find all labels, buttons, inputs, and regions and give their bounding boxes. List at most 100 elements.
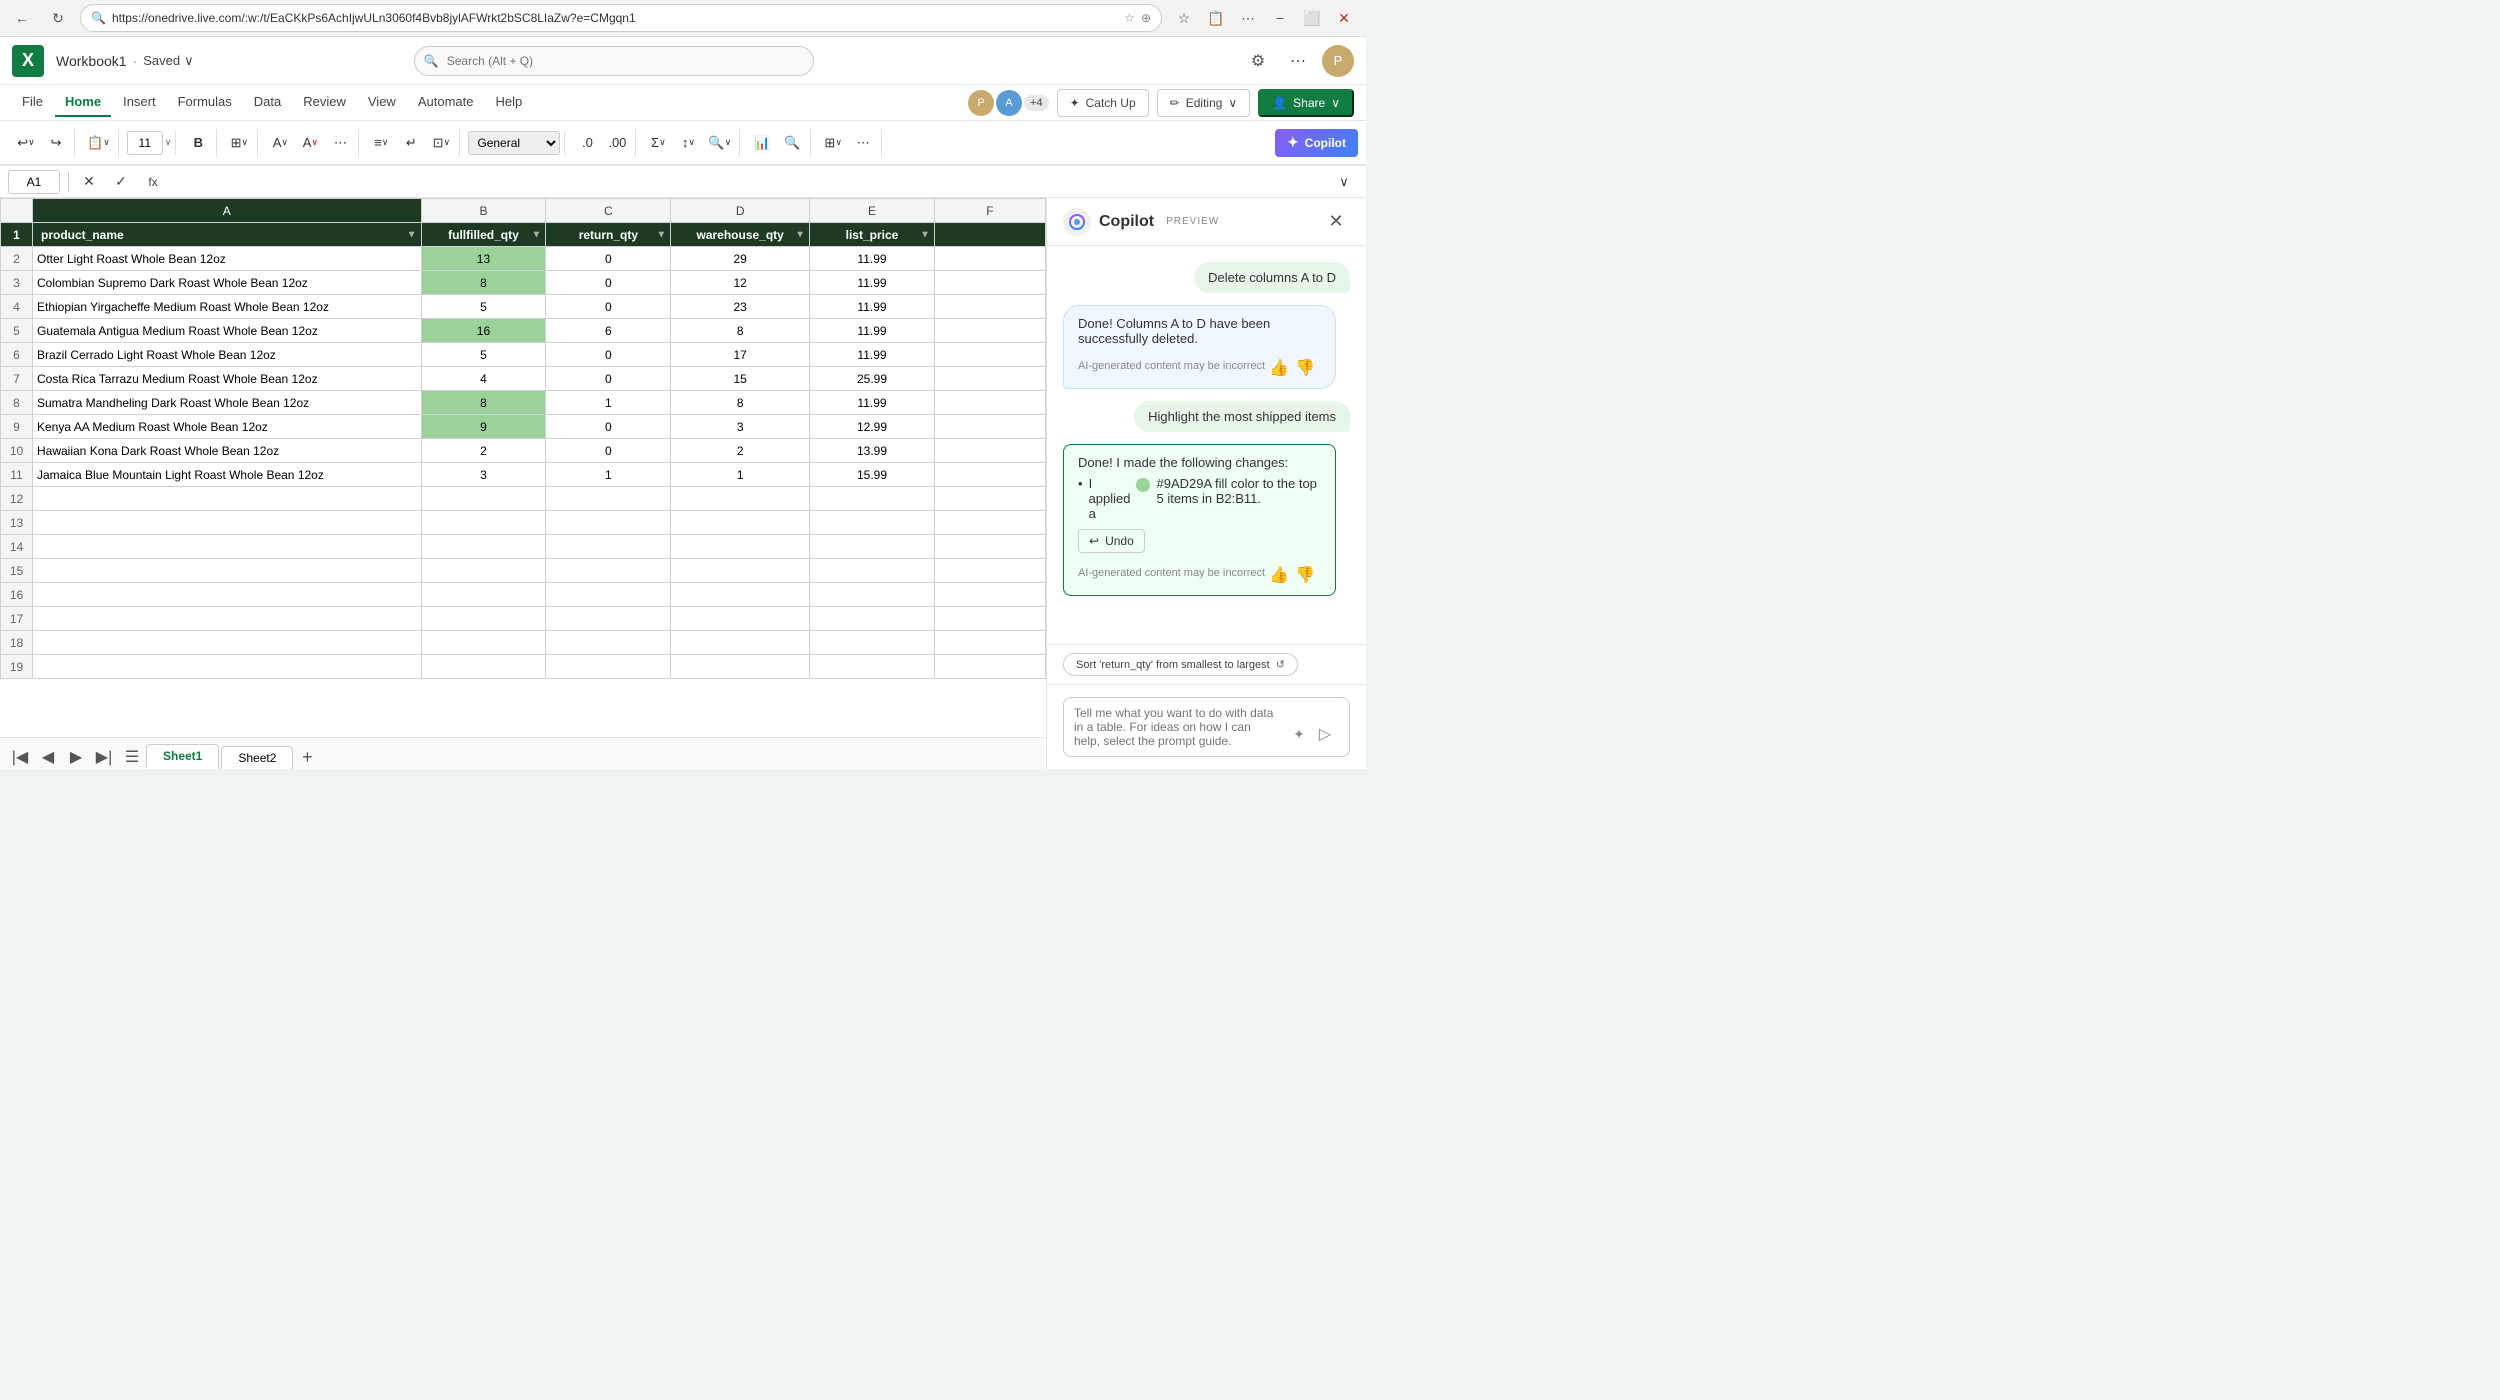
cell[interactable]: 0 — [546, 343, 671, 367]
cell[interactable]: 12 — [671, 271, 810, 295]
empty-cell[interactable] — [33, 559, 422, 583]
header-f-empty[interactable] — [934, 223, 1045, 247]
cancel-formula-btn[interactable]: ✕ — [77, 170, 101, 194]
cell-reference[interactable]: A1 — [8, 170, 60, 194]
borders-button[interactable]: ⊞∨ — [225, 129, 253, 157]
empty-cell[interactable] — [671, 559, 810, 583]
empty-cell[interactable] — [421, 511, 546, 535]
sum-button[interactable]: Σ∨ — [644, 129, 672, 157]
tab-home[interactable]: Home — [55, 88, 111, 117]
sheet-tab-1[interactable]: Sheet1 — [146, 744, 219, 769]
minimize-btn[interactable]: − — [1266, 4, 1294, 32]
cell[interactable]: Kenya AA Medium Roast Whole Bean 12oz — [33, 415, 422, 439]
filter-icon-b[interactable]: ▼ — [532, 229, 542, 240]
thumbup-2[interactable]: 👍 — [1269, 565, 1289, 585]
formula-expand-btn[interactable]: ∨ — [1330, 168, 1358, 196]
empty-cell[interactable] — [421, 535, 546, 559]
cell[interactable] — [934, 463, 1045, 487]
row-num[interactable]: 16 — [1, 583, 33, 607]
copilot-close-button[interactable]: ✕ — [1322, 208, 1350, 236]
cell[interactable]: 11.99 — [810, 271, 935, 295]
empty-cell[interactable] — [421, 487, 546, 511]
empty-cell[interactable] — [546, 583, 671, 607]
cell[interactable]: 1 — [671, 463, 810, 487]
cell[interactable]: 12.99 — [810, 415, 935, 439]
empty-cell[interactable] — [421, 607, 546, 631]
editing-button[interactable]: ✏ Editing ∨ — [1157, 89, 1251, 117]
cell[interactable]: 6 — [546, 319, 671, 343]
cell[interactable]: 0 — [546, 247, 671, 271]
cell[interactable]: 0 — [546, 295, 671, 319]
back-button[interactable]: ← — [8, 4, 36, 32]
empty-cell[interactable] — [810, 631, 935, 655]
col-header-f[interactable]: F — [934, 199, 1045, 223]
nav-last-btn[interactable]: ▶| — [92, 745, 116, 769]
empty-cell[interactable] — [33, 535, 422, 559]
tab-review[interactable]: Review — [293, 88, 356, 117]
suggestion-chip-1[interactable]: Sort 'return_qty' from smallest to large… — [1063, 653, 1298, 676]
empty-cell[interactable] — [810, 511, 935, 535]
cell[interactable]: 1 — [546, 463, 671, 487]
empty-cell[interactable] — [546, 535, 671, 559]
maximize-btn[interactable]: ⬜ — [1298, 4, 1326, 32]
cell[interactable]: 9 — [421, 415, 546, 439]
insert-function-btn[interactable]: fx — [141, 170, 165, 194]
empty-cell[interactable] — [33, 487, 422, 511]
empty-cell[interactable] — [546, 487, 671, 511]
cell[interactable]: 1 — [546, 391, 671, 415]
fill-color-button[interactable]: A∨ — [266, 129, 294, 157]
cell[interactable]: 16 — [421, 319, 546, 343]
empty-cell[interactable] — [33, 607, 422, 631]
empty-cell[interactable] — [810, 487, 935, 511]
empty-cell[interactable] — [546, 607, 671, 631]
empty-cell[interactable] — [421, 583, 546, 607]
cell[interactable]: 8 — [421, 271, 546, 295]
cell[interactable]: Costa Rica Tarrazu Medium Roast Whole Be… — [33, 367, 422, 391]
empty-cell[interactable] — [810, 535, 935, 559]
cell[interactable]: Brazil Cerrado Light Roast Whole Bean 12… — [33, 343, 422, 367]
font-size-chevron[interactable]: ∨ — [165, 137, 172, 148]
increase-decimal-btn[interactable]: .00 — [603, 129, 631, 157]
conditional-format-btn[interactable]: 📊 — [748, 129, 776, 157]
empty-cell[interactable] — [33, 583, 422, 607]
refresh-button[interactable]: ↻ — [44, 4, 72, 32]
cell[interactable] — [934, 319, 1045, 343]
cell[interactable]: Colombian Supremo Dark Roast Whole Bean … — [33, 271, 422, 295]
cell[interactable]: 11.99 — [810, 343, 935, 367]
cell[interactable]: 11.99 — [810, 391, 935, 415]
cell[interactable] — [934, 343, 1045, 367]
cell[interactable]: 29 — [671, 247, 810, 271]
cell[interactable] — [934, 295, 1045, 319]
cell[interactable] — [934, 247, 1045, 271]
settings-btn[interactable]: ⚙ — [1242, 45, 1274, 77]
row-num[interactable]: 14 — [1, 535, 33, 559]
cell[interactable] — [934, 415, 1045, 439]
empty-cell[interactable] — [934, 487, 1045, 511]
empty-cell[interactable] — [33, 655, 422, 679]
row-num[interactable]: 3 — [1, 271, 33, 295]
sheet-list-btn[interactable]: ☰ — [120, 745, 144, 769]
font-size-input[interactable] — [127, 131, 163, 155]
row-num[interactable]: 6 — [1, 343, 33, 367]
tab-automate[interactable]: Automate — [408, 88, 484, 117]
favorites-btn[interactable]: ☆ — [1170, 4, 1198, 32]
cell[interactable]: 15.99 — [810, 463, 935, 487]
add-sheet-btn[interactable]: + — [295, 745, 319, 769]
more-btn2[interactable]: ⋯ — [849, 129, 877, 157]
empty-cell[interactable] — [810, 655, 935, 679]
find-button[interactable]: 🔍∨ — [704, 129, 735, 157]
send-button[interactable]: ▷ — [1311, 720, 1339, 748]
empty-cell[interactable] — [671, 583, 810, 607]
cell[interactable] — [934, 391, 1045, 415]
cell[interactable]: 8 — [421, 391, 546, 415]
thumbdown-1[interactable]: 👎 — [1295, 358, 1315, 378]
nav-first-btn[interactable]: |◀ — [8, 745, 32, 769]
saved-button[interactable]: Saved ∨ — [143, 53, 193, 69]
format-select[interactable]: General Number Currency Percentage — [468, 131, 560, 155]
cell[interactable]: 5 — [421, 343, 546, 367]
filter-icon-a[interactable]: ▼ — [407, 229, 417, 240]
wrap-button[interactable]: ↵ — [397, 129, 425, 157]
row-num[interactable]: 17 — [1, 607, 33, 631]
thumbup-1[interactable]: 👍 — [1269, 358, 1289, 378]
decrease-decimal-btn[interactable]: .0 — [573, 129, 601, 157]
